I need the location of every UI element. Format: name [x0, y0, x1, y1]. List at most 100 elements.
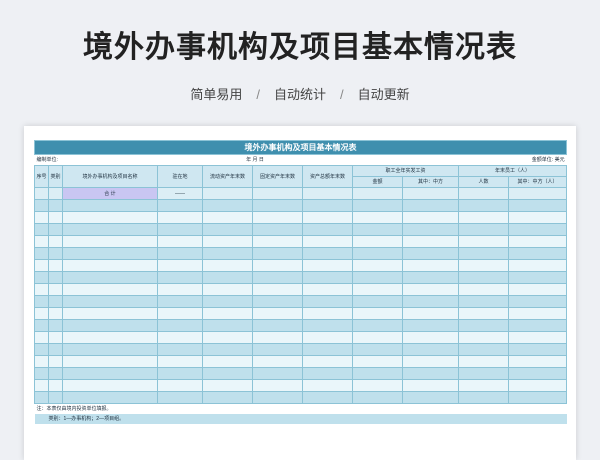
cell[interactable]: [252, 271, 303, 284]
cell[interactable]: [507, 379, 568, 392]
cell[interactable]: [302, 187, 353, 200]
cell[interactable]: [402, 367, 459, 380]
cell[interactable]: [62, 247, 158, 260]
cell[interactable]: [507, 343, 568, 356]
cell[interactable]: [458, 259, 509, 272]
cell[interactable]: [352, 379, 403, 392]
cell[interactable]: [62, 355, 158, 368]
cell[interactable]: [458, 343, 509, 356]
cell[interactable]: [157, 235, 203, 248]
cell[interactable]: [157, 271, 203, 284]
cell[interactable]: [352, 283, 403, 296]
cell[interactable]: [352, 271, 403, 284]
cell[interactable]: [458, 187, 509, 200]
cell[interactable]: [62, 319, 158, 332]
cell[interactable]: [507, 391, 568, 404]
cell[interactable]: [352, 223, 403, 236]
cell[interactable]: [202, 187, 253, 200]
cell[interactable]: [302, 283, 353, 296]
cell[interactable]: [34, 235, 49, 248]
cell[interactable]: [458, 223, 509, 236]
cell[interactable]: [402, 187, 459, 200]
cell[interactable]: [157, 295, 203, 308]
cell[interactable]: [352, 367, 403, 380]
cell[interactable]: [402, 223, 459, 236]
cell[interactable]: [352, 331, 403, 344]
cell[interactable]: [62, 211, 158, 224]
cell[interactable]: [302, 247, 353, 260]
cell[interactable]: [302, 259, 353, 272]
cell[interactable]: [34, 379, 49, 392]
cell[interactable]: [48, 271, 63, 284]
cell[interactable]: [352, 235, 403, 248]
cell[interactable]: [507, 259, 568, 272]
cell[interactable]: [202, 211, 253, 224]
cell[interactable]: [48, 355, 63, 368]
cell[interactable]: [458, 283, 509, 296]
cell[interactable]: [202, 199, 253, 212]
cell[interactable]: [402, 391, 459, 404]
cell[interactable]: [157, 319, 203, 332]
cell[interactable]: [252, 199, 303, 212]
cell[interactable]: [252, 187, 303, 200]
cell[interactable]: [252, 247, 303, 260]
cell[interactable]: [302, 343, 353, 356]
cell[interactable]: [34, 271, 49, 284]
cell[interactable]: [157, 259, 203, 272]
cell[interactable]: [62, 331, 158, 344]
cell[interactable]: [157, 283, 203, 296]
cell[interactable]: [202, 355, 253, 368]
cell[interactable]: [34, 343, 49, 356]
cell[interactable]: [157, 343, 203, 356]
cell[interactable]: [507, 295, 568, 308]
cell[interactable]: [402, 199, 459, 212]
cell[interactable]: [302, 271, 353, 284]
cell[interactable]: [352, 343, 403, 356]
cell[interactable]: [352, 391, 403, 404]
cell[interactable]: [202, 319, 253, 332]
cell[interactable]: [302, 391, 353, 404]
cell[interactable]: [402, 295, 459, 308]
cell[interactable]: [507, 367, 568, 380]
cell[interactable]: [252, 235, 303, 248]
cell[interactable]: [48, 211, 63, 224]
cell[interactable]: [302, 331, 353, 344]
cell[interactable]: [352, 187, 403, 200]
cell[interactable]: [34, 283, 49, 296]
cell[interactable]: [507, 211, 568, 224]
cell[interactable]: [507, 307, 568, 320]
cell[interactable]: [507, 331, 568, 344]
cell[interactable]: [62, 259, 158, 272]
cell[interactable]: [157, 307, 203, 320]
cell[interactable]: [34, 391, 49, 404]
cell[interactable]: [352, 247, 403, 260]
cell[interactable]: [507, 283, 568, 296]
cell[interactable]: [202, 259, 253, 272]
cell[interactable]: [34, 355, 49, 368]
cell[interactable]: [352, 319, 403, 332]
cell[interactable]: [62, 283, 158, 296]
cell[interactable]: [458, 295, 509, 308]
cell[interactable]: [202, 379, 253, 392]
cell[interactable]: [458, 355, 509, 368]
cell[interactable]: [252, 331, 303, 344]
cell[interactable]: [252, 259, 303, 272]
cell[interactable]: [157, 367, 203, 380]
cell[interactable]: [62, 379, 158, 392]
cell[interactable]: [157, 331, 203, 344]
cell[interactable]: [252, 391, 303, 404]
cell[interactable]: [252, 379, 303, 392]
cell[interactable]: [507, 319, 568, 332]
cell[interactable]: [458, 391, 509, 404]
cell[interactable]: [458, 199, 509, 212]
cell[interactable]: [202, 283, 253, 296]
cell[interactable]: [402, 211, 459, 224]
cell[interactable]: [507, 199, 568, 212]
cell[interactable]: [48, 367, 63, 380]
cell[interactable]: [34, 295, 49, 308]
cell[interactable]: [48, 343, 63, 356]
cell[interactable]: [458, 211, 509, 224]
cell[interactable]: [202, 367, 253, 380]
cell[interactable]: [302, 355, 353, 368]
cell[interactable]: [202, 223, 253, 236]
